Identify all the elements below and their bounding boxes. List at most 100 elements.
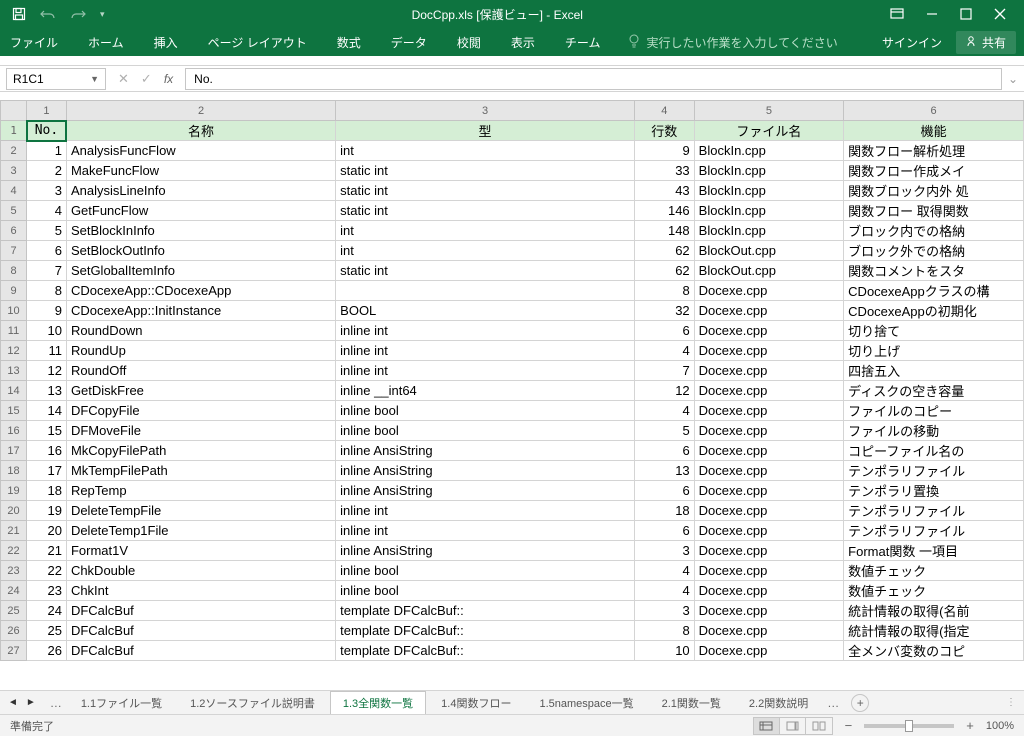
cell[interactable]: 20 bbox=[27, 521, 67, 541]
cell[interactable]: inline __int64 bbox=[336, 381, 635, 401]
cell[interactable]: ファイルの移動 bbox=[844, 421, 1024, 441]
cell[interactable]: 10 bbox=[27, 321, 67, 341]
cell[interactable]: Docexe.cpp bbox=[694, 421, 844, 441]
column-header[interactable]: 5 bbox=[694, 101, 844, 121]
tab-review[interactable]: 校閲 bbox=[455, 30, 483, 55]
cell[interactable]: 4 bbox=[634, 341, 694, 361]
tab-view[interactable]: 表示 bbox=[509, 30, 537, 55]
row-header[interactable]: 20 bbox=[1, 501, 27, 521]
zoom-out-button[interactable]: − bbox=[845, 718, 853, 733]
cell[interactable]: template DFCalcBuf:: bbox=[336, 621, 635, 641]
cell[interactable]: 26 bbox=[27, 641, 67, 661]
cell[interactable]: AnalysisFuncFlow bbox=[66, 141, 335, 161]
row-header[interactable]: 16 bbox=[1, 421, 27, 441]
name-box[interactable]: R1C1 ▼ bbox=[6, 68, 106, 90]
row-header[interactable]: 1 bbox=[1, 121, 27, 141]
cell[interactable]: 8 bbox=[634, 621, 694, 641]
cell[interactable]: BlockIn.cpp bbox=[694, 221, 844, 241]
maximize-icon[interactable] bbox=[960, 8, 972, 20]
cell[interactable]: DFCalcBuf bbox=[66, 641, 335, 661]
cell[interactable]: 9 bbox=[27, 301, 67, 321]
qat-customize-icon[interactable]: ▾ bbox=[100, 9, 105, 20]
cell[interactable]: RoundOff bbox=[66, 361, 335, 381]
sheet-tab[interactable]: 1.2ソースファイル説明書 bbox=[177, 691, 328, 715]
cell[interactable]: 関数フロー 取得関数 bbox=[844, 201, 1024, 221]
cell[interactable]: 9 bbox=[634, 141, 694, 161]
cell[interactable]: 62 bbox=[634, 241, 694, 261]
cell[interactable]: 12 bbox=[27, 361, 67, 381]
cell[interactable]: Docexe.cpp bbox=[694, 461, 844, 481]
cell[interactable]: Docexe.cpp bbox=[694, 301, 844, 321]
cell[interactable]: SetBlockOutInfo bbox=[66, 241, 335, 261]
cell[interactable]: 22 bbox=[27, 561, 67, 581]
row-header[interactable]: 8 bbox=[1, 261, 27, 281]
row-header[interactable]: 27 bbox=[1, 641, 27, 661]
cell[interactable]: template DFCalcBuf:: bbox=[336, 641, 635, 661]
cell[interactable]: 5 bbox=[27, 221, 67, 241]
cell[interactable]: BlockIn.cpp bbox=[694, 141, 844, 161]
cell[interactable]: 43 bbox=[634, 181, 694, 201]
cell[interactable]: コピーファイル名の bbox=[844, 441, 1024, 461]
row-header[interactable]: 7 bbox=[1, 241, 27, 261]
column-header[interactable]: 2 bbox=[66, 101, 335, 121]
cell[interactable]: 2 bbox=[27, 161, 67, 181]
close-icon[interactable] bbox=[994, 8, 1006, 20]
cell[interactable]: template DFCalcBuf:: bbox=[336, 601, 635, 621]
cell[interactable]: 3 bbox=[634, 541, 694, 561]
cell[interactable]: inline AnsiString bbox=[336, 441, 635, 461]
cell[interactable]: Format1V bbox=[66, 541, 335, 561]
cell[interactable]: inline int bbox=[336, 361, 635, 381]
row-header[interactable]: 23 bbox=[1, 561, 27, 581]
cell[interactable]: Docexe.cpp bbox=[694, 601, 844, 621]
cell[interactable]: DeleteTemp1File bbox=[66, 521, 335, 541]
zoom-handle[interactable] bbox=[905, 720, 913, 732]
cell[interactable]: Docexe.cpp bbox=[694, 441, 844, 461]
sheet-tab[interactable]: 2.1関数一覧 bbox=[649, 691, 734, 715]
cell[interactable]: 33 bbox=[634, 161, 694, 181]
cell[interactable]: 1 bbox=[27, 141, 67, 161]
cell[interactable]: 数値チェック bbox=[844, 561, 1024, 581]
cell[interactable]: inline bool bbox=[336, 401, 635, 421]
cell[interactable]: inline bool bbox=[336, 561, 635, 581]
cell[interactable]: 名称 bbox=[66, 121, 335, 141]
cell[interactable] bbox=[336, 281, 635, 301]
cell[interactable]: Docexe.cpp bbox=[694, 501, 844, 521]
expand-formula-icon[interactable]: ⌄ bbox=[1008, 72, 1024, 86]
tab-overflow-left[interactable]: … bbox=[46, 696, 66, 710]
cell[interactable]: DFMoveFile bbox=[66, 421, 335, 441]
column-header[interactable]: 3 bbox=[336, 101, 635, 121]
cell[interactable]: SetBlockInInfo bbox=[66, 221, 335, 241]
cell[interactable]: inline AnsiString bbox=[336, 461, 635, 481]
cell[interactable]: DFCopyFile bbox=[66, 401, 335, 421]
cell[interactable]: SetGlobalItemInfo bbox=[66, 261, 335, 281]
normal-view-button[interactable] bbox=[754, 718, 780, 734]
sheet-tab[interactable]: 1.3全関数一覧 bbox=[330, 691, 426, 715]
cell[interactable]: 関数フロー解析処理 bbox=[844, 141, 1024, 161]
row-header[interactable]: 15 bbox=[1, 401, 27, 421]
cell[interactable]: MkTempFilePath bbox=[66, 461, 335, 481]
cell[interactable]: 型 bbox=[336, 121, 635, 141]
cell[interactable]: 6 bbox=[634, 521, 694, 541]
save-icon[interactable] bbox=[12, 7, 26, 21]
row-header[interactable]: 24 bbox=[1, 581, 27, 601]
cell[interactable]: GetFuncFlow bbox=[66, 201, 335, 221]
row-header[interactable]: 3 bbox=[1, 161, 27, 181]
cell[interactable]: BlockOut.cpp bbox=[694, 241, 844, 261]
column-header[interactable]: 1 bbox=[27, 101, 67, 121]
cell[interactable]: int bbox=[336, 221, 635, 241]
tell-me-search[interactable]: 実行したい作業を入力してください bbox=[628, 34, 837, 51]
cell[interactable]: Docexe.cpp bbox=[694, 481, 844, 501]
cell[interactable]: 148 bbox=[634, 221, 694, 241]
tab-home[interactable]: ホーム bbox=[86, 30, 126, 55]
cell[interactable]: 関数フロー作成メイ bbox=[844, 161, 1024, 181]
cell[interactable]: 6 bbox=[634, 441, 694, 461]
cell[interactable]: 8 bbox=[27, 281, 67, 301]
sheet-tab[interactable]: 1.4関数フロー bbox=[428, 691, 524, 715]
cell[interactable]: BlockIn.cpp bbox=[694, 161, 844, 181]
cell[interactable]: 17 bbox=[27, 461, 67, 481]
signin-link[interactable]: サインイン bbox=[882, 34, 942, 51]
row-header[interactable]: 9 bbox=[1, 281, 27, 301]
row-header[interactable]: 14 bbox=[1, 381, 27, 401]
cell[interactable]: int bbox=[336, 241, 635, 261]
cell[interactable]: 四捨五入 bbox=[844, 361, 1024, 381]
